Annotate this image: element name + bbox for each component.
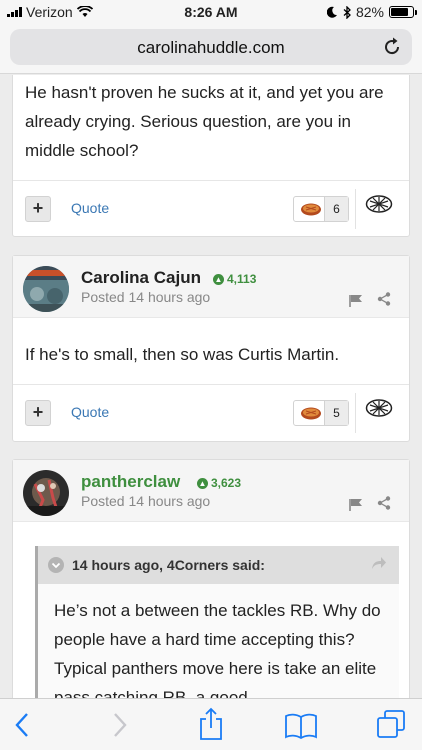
quote-button[interactable]: Quote bbox=[71, 200, 109, 216]
rep-up-icon: ▲ bbox=[213, 273, 224, 285]
post-timestamp[interactable]: Posted 14 hours ago bbox=[81, 289, 210, 305]
post-card: Carolina Cajun ▲ 4,113 Posted 14 hours a… bbox=[12, 255, 410, 442]
flag-icon[interactable] bbox=[349, 498, 363, 511]
quote-body: He’s not a between the tackles RB. Why d… bbox=[54, 601, 381, 698]
post-header: Carolina Cajun ▲ 4,113 Posted 14 hours a… bbox=[13, 256, 409, 318]
quote-citation: 14 hours ago, 4Corners said: bbox=[72, 557, 265, 573]
address-bar[interactable]: carolinahuddle.com bbox=[10, 29, 412, 65]
divider bbox=[355, 189, 356, 229]
safari-toolbar bbox=[0, 698, 422, 750]
flag-icon[interactable] bbox=[349, 294, 363, 307]
avatar[interactable] bbox=[23, 266, 69, 312]
page-content: He hasn't proven he sucks at it, and yet… bbox=[0, 75, 422, 698]
avatar[interactable] bbox=[23, 470, 69, 516]
battery-icon bbox=[389, 6, 417, 18]
go-to-quoted-post-icon[interactable] bbox=[371, 556, 387, 570]
forward-icon[interactable] bbox=[112, 711, 128, 739]
reputation-value: 4,113 bbox=[227, 272, 257, 286]
author-name[interactable]: pantherclaw bbox=[81, 472, 180, 492]
reputation-badge: ▲ 4,113 bbox=[213, 272, 256, 286]
divider bbox=[355, 393, 356, 433]
pie-reaction-icon bbox=[301, 203, 321, 216]
post-actions: + Quote 6 bbox=[13, 180, 409, 236]
reaction-count: 5 bbox=[324, 401, 348, 425]
share-icon[interactable] bbox=[377, 292, 391, 306]
react-pie-icon[interactable] bbox=[365, 397, 393, 419]
reload-icon[interactable] bbox=[380, 35, 404, 59]
post-card: He hasn't proven he sucks at it, and yet… bbox=[12, 75, 410, 237]
quoted-post: 14 hours ago, 4Corners said: He’s not a … bbox=[35, 546, 399, 698]
post-card: pantherclaw ▲ 3,623 Posted 14 hours ago bbox=[12, 459, 410, 698]
add-to-multiquote-button[interactable]: + bbox=[25, 400, 51, 426]
status-right-group: 82% bbox=[326, 4, 417, 20]
add-to-multiquote-button[interactable]: + bbox=[25, 196, 51, 222]
author-name[interactable]: Carolina Cajun bbox=[81, 268, 201, 288]
rep-up-icon: ▲ bbox=[197, 477, 208, 489]
battery-fill bbox=[391, 8, 409, 16]
bluetooth-icon bbox=[343, 5, 351, 19]
battery-percent: 82% bbox=[355, 4, 384, 20]
tabs-icon[interactable] bbox=[376, 709, 406, 739]
react-pie-icon[interactable] bbox=[365, 193, 393, 215]
reaction-count: 6 bbox=[324, 197, 348, 221]
share-sheet-icon[interactable] bbox=[198, 707, 224, 741]
url-text: carolinahuddle.com bbox=[137, 38, 285, 57]
post-header: pantherclaw ▲ 3,623 Posted 14 hours ago bbox=[13, 460, 409, 522]
reaction-summary[interactable]: 5 bbox=[293, 400, 349, 426]
post-timestamp[interactable]: Posted 14 hours ago bbox=[81, 493, 210, 509]
reaction-summary[interactable]: 6 bbox=[293, 196, 349, 222]
reputation-badge: ▲ 3,623 bbox=[197, 476, 241, 490]
share-icon[interactable] bbox=[377, 496, 391, 510]
post-body: He hasn't proven he sucks at it, and yet… bbox=[25, 83, 384, 160]
quote-button[interactable]: Quote bbox=[71, 404, 109, 420]
post-actions: + Quote 5 bbox=[13, 384, 409, 440]
post-body: If he's to small, then so was Curtis Mar… bbox=[25, 345, 340, 364]
quote-header[interactable]: 14 hours ago, 4Corners said: bbox=[38, 546, 399, 584]
collapse-chevron-icon[interactable] bbox=[48, 557, 64, 573]
moon-icon bbox=[326, 6, 337, 18]
pie-reaction-icon bbox=[301, 407, 321, 420]
reputation-value: 3,623 bbox=[211, 476, 242, 490]
bookmarks-icon[interactable] bbox=[284, 713, 318, 739]
status-bar: Verizon 8:26 AM 82% bbox=[0, 0, 422, 24]
back-icon[interactable] bbox=[14, 711, 30, 739]
browser-address-area: carolinahuddle.com bbox=[0, 24, 422, 74]
